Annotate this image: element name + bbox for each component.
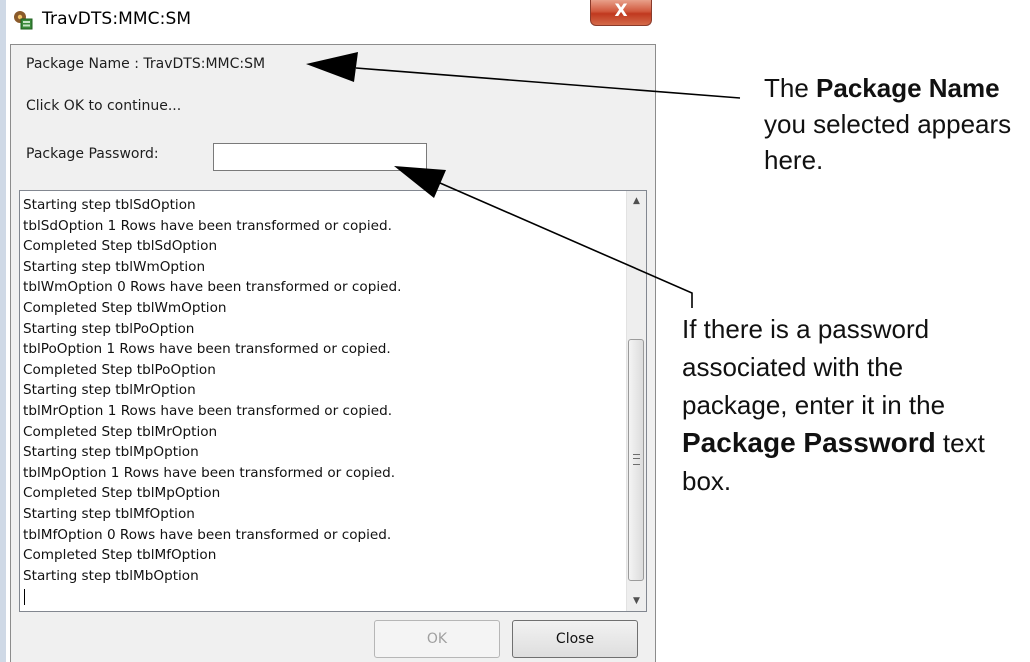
callout-bold-text: Package Name — [816, 73, 1000, 103]
progress-log-textarea[interactable]: Starting step tblSdOption tblSdOption 1 R… — [19, 190, 647, 612]
log-line: Starting step tblPoOption — [23, 320, 195, 337]
close-icon: X — [614, 1, 628, 21]
close-button[interactable]: Close — [512, 620, 638, 658]
log-line: tblSdOption 1 Rows have been transformed… — [23, 217, 392, 234]
log-line: Starting step tblMbOption — [23, 567, 199, 584]
password-callout: If there is a password associated with t… — [682, 310, 1000, 500]
callout-bold-text: Package Password — [682, 427, 936, 458]
log-line: Completed Step tblMrOption — [23, 423, 218, 440]
scroll-down-icon[interactable]: ▼ — [627, 591, 646, 611]
package-name-label: Package Name : TravDTS:MMC:SM — [26, 56, 266, 72]
log-lines: Starting step tblSdOption tblSdOption 1 R… — [23, 195, 401, 586]
log-line: tblMfOption 0 Rows have been transformed… — [23, 526, 392, 543]
callout-text: If there is a password associated with t… — [682, 314, 946, 420]
log-line: tblWmOption 0 Rows have been transformed… — [23, 279, 402, 296]
log-line: tblMrOption 1 Rows have been transformed… — [23, 402, 393, 419]
grip-icon — [633, 454, 640, 465]
log-line: Completed Step tblPoOption — [23, 361, 216, 378]
app-icon — [14, 11, 33, 30]
log-line: Completed Step tblWmOption — [23, 299, 227, 316]
window-close-button[interactable]: X — [590, 0, 652, 26]
scroll-up-icon[interactable]: ▲ — [627, 191, 646, 211]
vertical-scrollbar[interactable]: ▲ ▼ — [626, 191, 646, 611]
package-name-callout: The Package Name you selected appears he… — [764, 70, 1030, 178]
log-line: Completed Step tblSdOption — [23, 238, 218, 255]
log-line: Starting step tblSdOption — [23, 197, 196, 213]
log-line: Starting step tblMfOption — [23, 505, 195, 522]
log-line: Starting step tblWmOption — [23, 258, 206, 275]
dialog-client-area: Package Name : TravDTS:MMC:SM Click OK t… — [10, 44, 656, 662]
package-password-input[interactable] — [213, 143, 427, 171]
callout-text: you selected appears here. — [764, 109, 1012, 175]
ok-button[interactable]: OK — [374, 620, 500, 658]
log-line: Completed Step tblMpOption — [23, 485, 221, 502]
log-line: Starting step tblMrOption — [23, 382, 196, 399]
package-password-label: Package Password: — [26, 146, 159, 162]
log-line: Starting step tblMpOption — [23, 444, 199, 461]
text-caret — [24, 589, 25, 605]
log-line: tblMpOption 1 Rows have been transformed… — [23, 464, 396, 481]
scroll-thumb[interactable] — [628, 339, 644, 581]
window-title: TravDTS:MMC:SM — [42, 9, 192, 29]
title-bar[interactable]: TravDTS:MMC:SM X — [4, 0, 656, 44]
dialog-window: TravDTS:MMC:SM X Package Name : TravDTS:… — [4, 0, 656, 662]
instruction-text: Click OK to continue... — [26, 98, 182, 114]
log-line: Completed Step tblMfOption — [23, 547, 217, 564]
log-line: tblPoOption 1 Rows have been transformed… — [23, 341, 391, 358]
callout-text: The — [764, 73, 817, 103]
